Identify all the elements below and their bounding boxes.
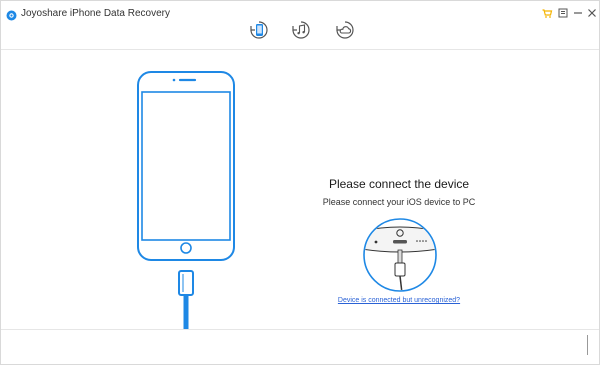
close-icon[interactable] (586, 7, 598, 19)
status-bar (1, 329, 599, 364)
mode-icloud-button[interactable] (333, 18, 357, 42)
mode-itunes-button[interactable] (289, 18, 313, 42)
main-content: Please connect the device Please connect… (1, 50, 599, 331)
mode-ios-device-button[interactable] (247, 18, 271, 42)
app-title: Joyoshare iPhone Data Recovery (21, 8, 170, 19)
resize-grip-icon (587, 335, 588, 355)
menu-icon[interactable] (557, 7, 569, 19)
cart-icon[interactable] (541, 7, 553, 19)
title-bar: Joyoshare iPhone Data Recovery (1, 1, 599, 50)
minimize-icon[interactable] (572, 7, 584, 19)
app-window: Joyoshare iPhone Data Recovery Please co… (0, 0, 600, 365)
usb-connection-illustration (363, 218, 437, 292)
device-unrecognized-link[interactable]: Device is connected but unrecognized? (299, 297, 499, 304)
icloud-icon (336, 21, 354, 39)
connect-subheading: Please connect your iOS device to PC (322, 197, 476, 207)
joyoshare-logo-icon (6, 10, 17, 21)
connect-heading: Please connect the device (328, 177, 470, 191)
iphone-illustration (137, 71, 235, 331)
itunes-music-icon (292, 21, 310, 39)
phone-recover-icon (250, 21, 268, 39)
